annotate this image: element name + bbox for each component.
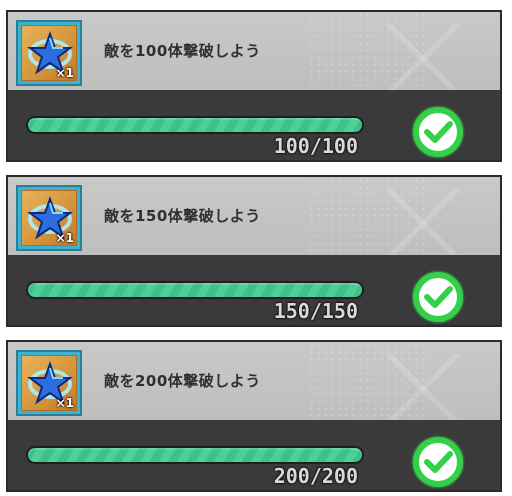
mission-card: ×1 敵を100体撃破しよう 100/100: [6, 10, 502, 162]
check-circle-icon[interactable]: [410, 269, 466, 325]
crown-watermark: [358, 189, 488, 255]
reward-item[interactable]: ×1: [16, 20, 82, 86]
mission-card: ×1 敵を200体撃破しよう 200/200: [6, 340, 502, 492]
progress-bar: [26, 446, 364, 464]
crown-watermark: [358, 354, 488, 420]
progress-bar: [26, 116, 364, 134]
check-circle-icon[interactable]: [410, 104, 466, 160]
mission-title: 敵を100体撃破しよう: [104, 42, 261, 60]
mission-header: ×1 敵を150体撃破しよう: [8, 177, 500, 255]
mission-card: ×1 敵を150体撃破しよう 150/150: [6, 175, 502, 327]
progress-bar: [26, 281, 364, 299]
reward-item[interactable]: ×1: [16, 350, 82, 416]
progress-fill: [28, 448, 362, 462]
progress-text: 150/150: [273, 299, 358, 323]
progress-text: 200/200: [273, 464, 358, 488]
progress-text: 100/100: [273, 134, 358, 158]
reward-item[interactable]: ×1: [16, 185, 82, 251]
mission-title: 敵を200体撃破しよう: [104, 372, 261, 390]
check-circle-icon[interactable]: [410, 434, 466, 490]
mission-list: ×1 敵を100体撃破しよう 100/100 ×1 敵を150体撃破しよう 15…: [0, 0, 512, 496]
reward-count: ×1: [55, 396, 74, 410]
mission-header: ×1 敵を200体撃破しよう: [8, 342, 500, 420]
crown-watermark: [358, 24, 488, 90]
mission-header: ×1 敵を100体撃破しよう: [8, 12, 500, 90]
reward-count: ×1: [55, 66, 74, 80]
mission-title: 敵を150体撃破しよう: [104, 207, 261, 225]
progress-fill: [28, 283, 362, 297]
progress-fill: [28, 118, 362, 132]
reward-count: ×1: [55, 231, 74, 245]
